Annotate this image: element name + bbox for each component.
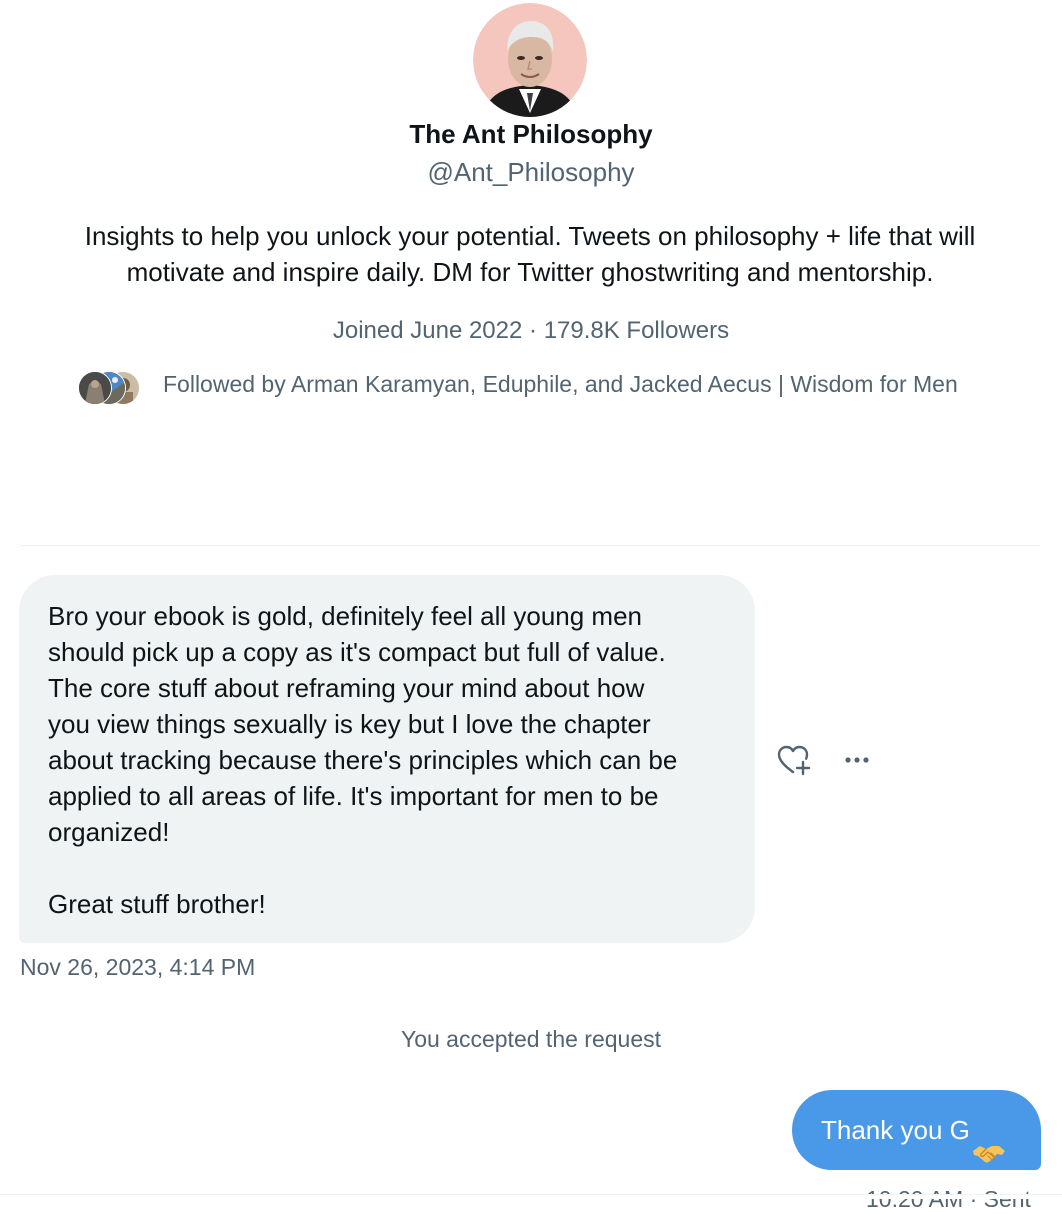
heart-plus-icon[interactable] (776, 744, 812, 776)
person-portrait-icon (473, 3, 587, 117)
follower-avatar-image (79, 372, 111, 404)
outgoing-message-text: Thank you G (821, 1115, 970, 1145)
message-closing-line: Great stuff brother! (48, 889, 266, 919)
incoming-message-bubble[interactable]: Bro your ebook is gold, definitely feel … (19, 575, 755, 943)
outgoing-message-status: 10:20 AM · Sent (866, 1186, 1031, 1212)
followed-by-text[interactable]: Followed by Arman Karamyan, Eduphile, an… (163, 368, 958, 400)
profile-avatar[interactable] (473, 3, 587, 117)
message-line: you view things sexually is key but I lo… (48, 709, 651, 739)
bio-line: Insights to help you unlock your potenti… (84, 221, 976, 251)
more-horizontal-icon[interactable] (842, 748, 876, 772)
outgoing-message-bubble[interactable]: Thank you G (792, 1090, 1041, 1170)
followed-by-row[interactable]: Followed by Arman Karamyan, Eduphile, an… (78, 368, 1038, 405)
section-divider (20, 545, 1040, 546)
bio-line: motivate and inspire daily. DM for Twitt… (126, 257, 934, 287)
message-line: Bro your ebook is gold, definitely feel … (48, 601, 643, 631)
profile-display-name[interactable]: The Ant Philosophy (0, 116, 1062, 152)
follower-avatar (78, 371, 112, 405)
message-line: applied to all areas of life. It's impor… (48, 781, 659, 811)
meta-separator: · (522, 317, 544, 344)
composer-edge (0, 1194, 1062, 1199)
profile-handle[interactable]: @Ant_Philosophy (0, 154, 1062, 190)
message-line: organized! (48, 817, 170, 847)
message-line: about tracking because there's principle… (48, 745, 678, 775)
profile-bio: Insights to help you unlock your potenti… (30, 218, 1030, 290)
request-accepted-notice: You accepted the request (400, 1026, 662, 1052)
profile-meta: Joined June 2022 · 179.8K Followers (0, 314, 1062, 348)
joined-date: Joined June 2022 (332, 317, 523, 344)
incoming-message-timestamp: Nov 26, 2023, 4:14 PM (20, 954, 256, 980)
message-line: should pick up a copy as it's compact bu… (48, 637, 666, 667)
followers-count[interactable]: 179.8K Followers (544, 317, 729, 344)
message-line: The core stuff about reframing your mind… (48, 673, 645, 703)
handshake-emoji-icon (972, 1119, 1006, 1163)
follower-avatars (78, 371, 142, 405)
